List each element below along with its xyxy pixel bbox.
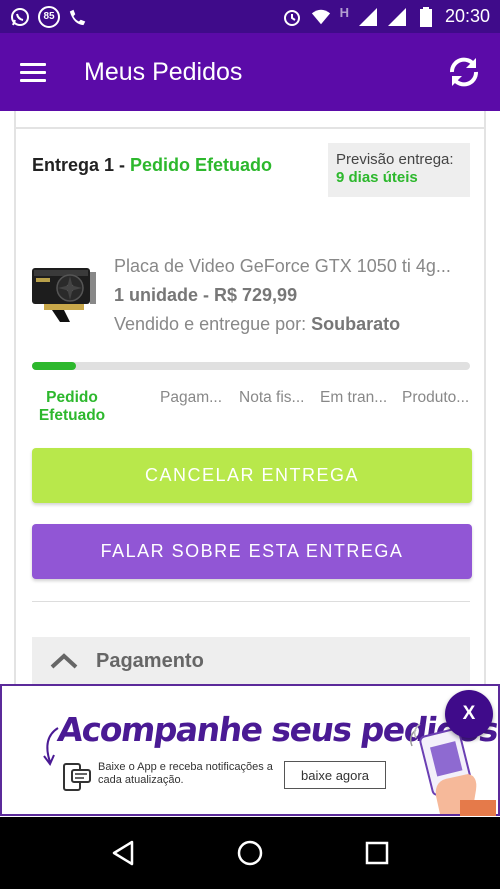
home-icon[interactable]: [228, 831, 272, 875]
talk-about-delivery-button[interactable]: FALAR SOBRE ESTA ENTREGA: [32, 524, 472, 579]
cancel-delivery-button[interactable]: CANCELAR ENTREGA: [32, 448, 472, 503]
seller-label: Vendido e entregue por:: [114, 314, 312, 334]
signal-icon: [358, 7, 378, 27]
refresh-icon[interactable]: [444, 52, 484, 92]
delivery-title: Entrega 1 - Pedido Efetuado: [32, 155, 272, 176]
whatsapp-icon: [10, 7, 30, 27]
delivery-label: Entrega 1 -: [32, 155, 131, 175]
network-type-label: H: [339, 5, 349, 20]
product-quantity-price: 1 unidade - R$ 729,99: [114, 285, 298, 305]
status-bar: 85 H 20:30: [0, 0, 500, 33]
step-pagamento: Pagam...: [160, 389, 223, 406]
forecast-box: Previsão entrega: 9 dias úteis: [328, 143, 470, 197]
section-divider: [32, 601, 470, 602]
alarm-icon: [282, 7, 302, 27]
delivery-status: Pedido Efetuado: [130, 155, 273, 175]
wifi-calling-icon: [68, 7, 88, 27]
close-banner-button[interactable]: X: [445, 690, 493, 738]
payment-section-label: Pagamento: [96, 649, 204, 672]
recents-icon[interactable]: [355, 831, 399, 875]
forecast-label: Previsão entrega:: [336, 151, 454, 168]
menu-icon[interactable]: [20, 52, 60, 92]
banner-description: Baixe o App e receba notificações a cada…: [98, 761, 273, 786]
wifi-icon: [311, 7, 331, 27]
step-em-transito: Em tran...: [320, 389, 388, 406]
seller-name: Soubarato: [311, 314, 401, 334]
screen: 85 H 20:30 Meus Pedidos Entrega 1 - Pedi…: [0, 0, 500, 889]
chevron-up-icon: [48, 649, 80, 673]
back-icon[interactable]: [101, 831, 145, 875]
status-right: H 20:30: [282, 5, 490, 27]
step-nota-fiscal: Nota fis...: [239, 389, 305, 406]
progress-steps: Pedido Efetuado Pagam... Nota fis... Em …: [32, 389, 472, 429]
product-name: Placa de Video GeForce GTX 1050 ti 4g...: [114, 256, 451, 276]
product-item[interactable]: Placa de Video GeForce GTX 1050 ti 4g...…: [30, 256, 474, 336]
status-left: 85: [10, 5, 88, 28]
battery-icon: [416, 6, 436, 27]
app-promo-banner[interactable]: Acompanhe seus pedidos Baixe o App e rec…: [0, 684, 500, 816]
notification-count-badge: 85: [38, 5, 60, 28]
top-divider: [16, 127, 484, 129]
app-bar: Meus Pedidos: [0, 33, 500, 111]
signal-icon-2: [387, 7, 407, 27]
page-title: Meus Pedidos: [84, 57, 243, 86]
system-nav-bar: [0, 817, 500, 889]
clock: 20:30: [444, 6, 490, 26]
download-app-button[interactable]: baixe agora: [284, 761, 386, 789]
product-image: [30, 258, 102, 328]
order-card: Entrega 1 - Pedido Efetuado Previsão ent…: [14, 111, 486, 685]
payment-section-header[interactable]: Pagamento: [32, 637, 470, 685]
product-seller: Vendido e entregue por: Soubarato: [114, 314, 400, 335]
progress-bar: [32, 362, 470, 370]
forecast-value: 9 dias úteis: [336, 169, 418, 186]
step-pedido-efetuado: Pedido Efetuado: [38, 389, 106, 424]
phone-notification-icon: [60, 760, 94, 794]
step-produto: Produto...: [402, 389, 470, 406]
progress-fill: [32, 362, 76, 370]
